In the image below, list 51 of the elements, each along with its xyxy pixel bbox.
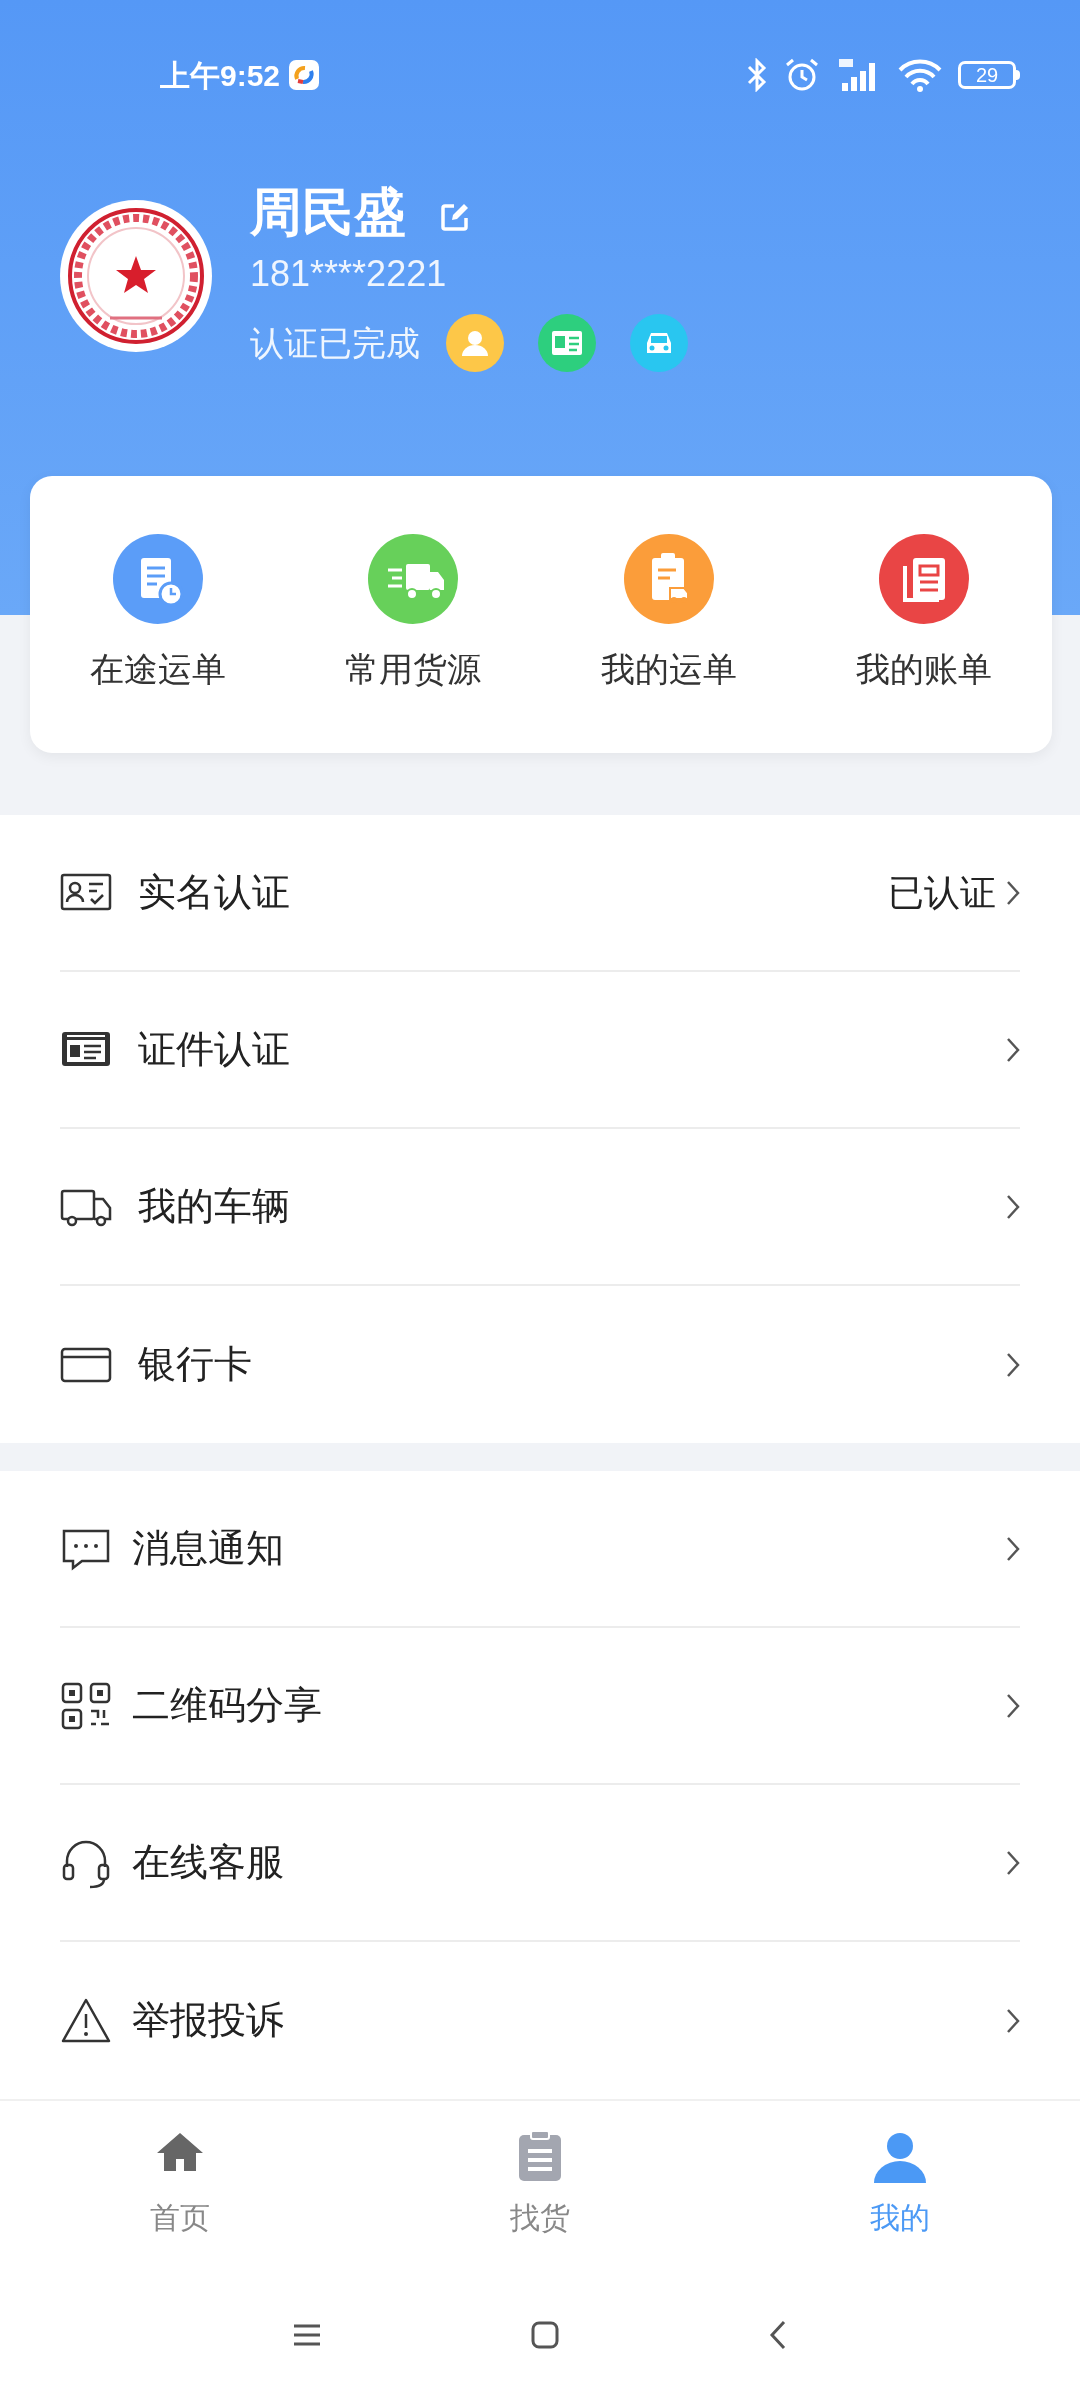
menu-item[interactable]: 消息通知	[60, 1471, 1020, 1628]
chevron-right-icon	[1006, 1692, 1020, 1719]
status-time: 上午9:52	[160, 57, 281, 94]
menu-item[interactable]: 举报投诉	[60, 1942, 1020, 2099]
menu-item[interactable]: 二维码分享	[60, 1628, 1020, 1785]
chevron-right-icon	[1006, 1036, 1020, 1063]
menu-label: 实名认证	[138, 870, 290, 915]
tab-label: 我的	[870, 2200, 930, 2236]
menu-label: 在线客服	[132, 1840, 284, 1885]
quick-action-button[interactable]: 在途运单	[30, 534, 286, 695]
quick-action-label: 常用货源	[345, 649, 482, 690]
tab-bar-item[interactable]: 首页	[0, 2129, 360, 2289]
bluetooth-icon	[746, 58, 768, 92]
back-icon[interactable]	[769, 2319, 787, 2350]
menu-icon[interactable]	[293, 2323, 321, 2346]
chevron-right-icon	[1006, 1351, 1020, 1378]
edit-icon[interactable]	[440, 201, 470, 232]
quick-action-button[interactable]: 常用货源	[285, 534, 541, 695]
menu-value: 已认证	[888, 870, 996, 915]
tab-label: 找货	[510, 2200, 570, 2236]
quick-action-label: 我的账单	[856, 649, 993, 690]
menu-label: 证件认证	[138, 1027, 290, 1072]
menu-item[interactable]: 银行卡	[60, 1286, 1020, 1443]
menu-item[interactable]: 实名认证 已认证	[60, 815, 1020, 972]
chevron-right-icon	[1006, 879, 1020, 906]
quick-action-label: 我的运单	[600, 649, 737, 690]
quick-action-label: 在途运单	[89, 649, 226, 690]
alarm-icon	[784, 57, 820, 93]
home-button-icon[interactable]	[531, 2320, 559, 2349]
tab-bar-item[interactable]: 找货	[360, 2129, 720, 2289]
menu-label: 我的车辆	[138, 1184, 290, 1229]
menu-label: 二维码分享	[132, 1683, 322, 1728]
battery-level: 29	[975, 65, 999, 85]
quick-action-button[interactable]: 我的运单	[541, 534, 797, 695]
chevron-right-icon	[1006, 1849, 1020, 1876]
tab-label: 首页	[150, 2200, 210, 2236]
menu-item[interactable]: 我的车辆	[60, 1129, 1020, 1286]
wifi-icon	[898, 58, 942, 92]
user-name: 周民盛	[250, 182, 406, 243]
menu-item[interactable]: 证件认证	[60, 972, 1020, 1129]
verification-status: 认证已完成	[250, 322, 420, 364]
menu-label: 举报投诉	[132, 1998, 284, 2043]
chevron-right-icon	[1006, 1193, 1020, 1220]
menu-item[interactable]: 在线客服	[60, 1785, 1020, 1942]
chevron-right-icon	[1006, 2007, 1020, 2034]
menu-label: 消息通知	[132, 1526, 284, 1571]
quick-action-button[interactable]: 我的账单	[796, 534, 1052, 695]
app-notification-icon	[288, 59, 321, 91]
phone-number: 181****2221	[250, 252, 448, 296]
chevron-right-icon	[1006, 1535, 1020, 1562]
menu-label: 银行卡	[138, 1342, 252, 1387]
